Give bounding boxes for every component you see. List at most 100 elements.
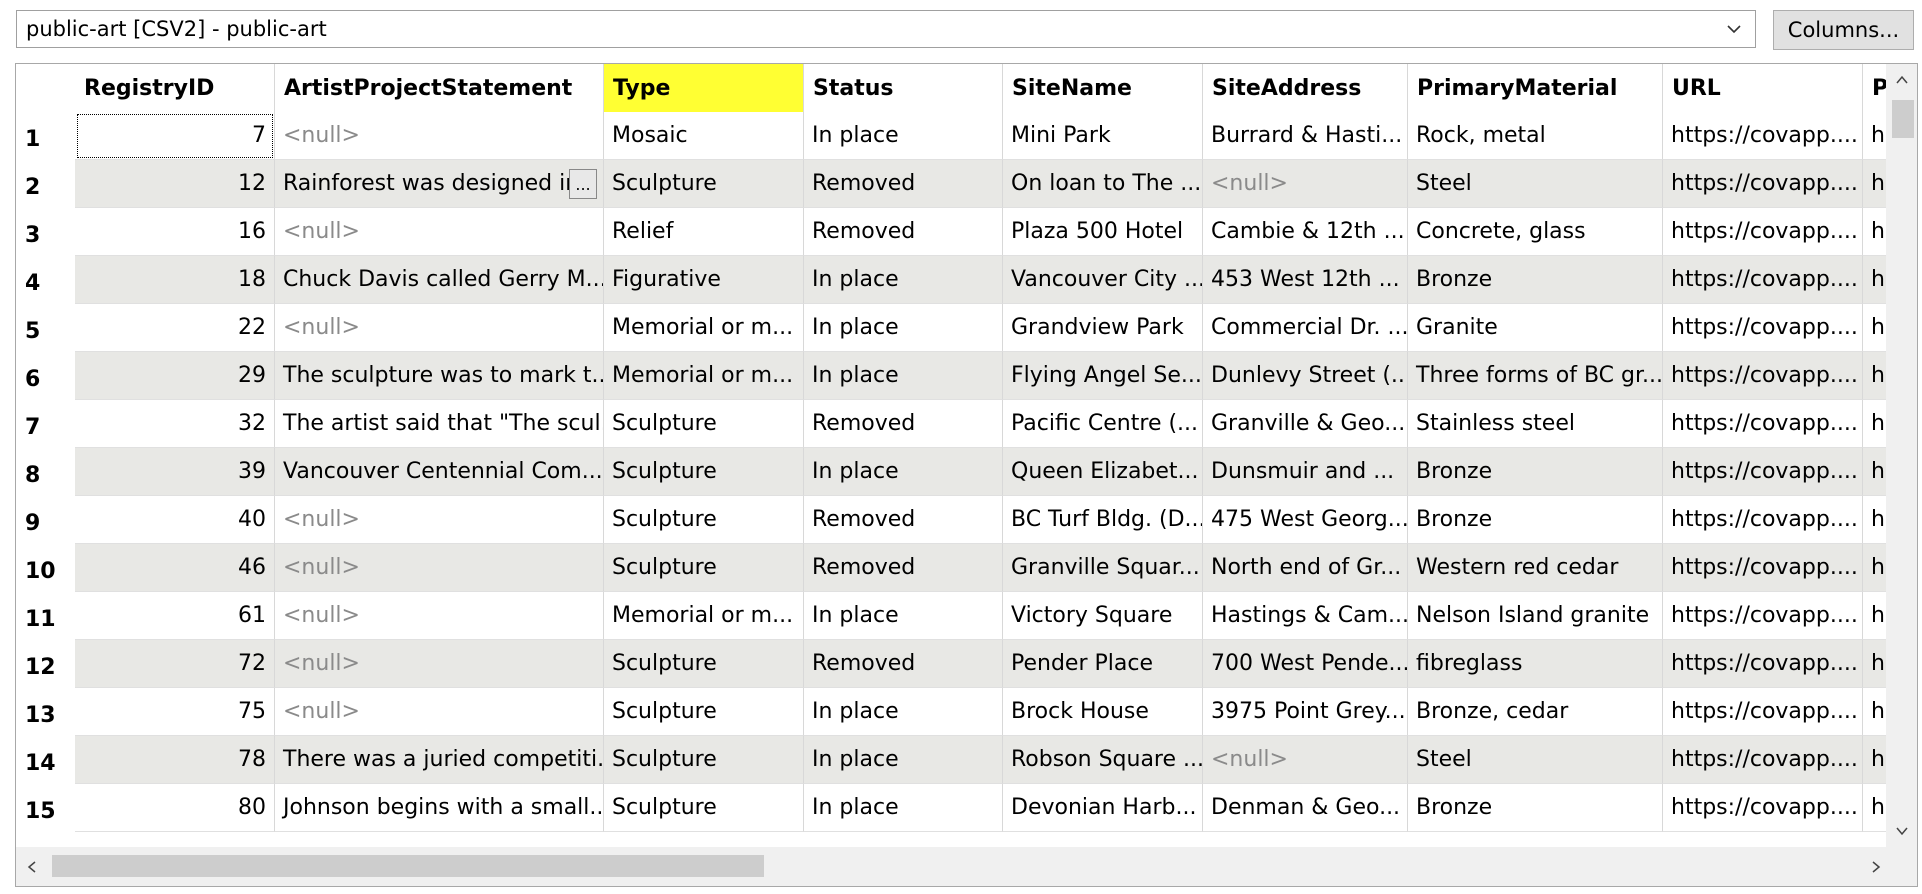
vertical-scrollbar[interactable]	[1886, 64, 1917, 847]
row-number[interactable]: 15	[16, 784, 75, 832]
table-cell[interactable]: Devonian Harb...	[1003, 784, 1203, 832]
table-cell[interactable]: Robson Square ...	[1003, 736, 1203, 784]
table-cell[interactable]: <null>	[275, 496, 604, 544]
table-cell[interactable]: <null>	[275, 592, 604, 640]
table-cell[interactable]: Bronze	[1408, 256, 1663, 304]
table-cell[interactable]: https://covapp....	[1663, 160, 1863, 208]
table-cell[interactable]: h	[1863, 592, 1886, 640]
row-number[interactable]: 2	[16, 160, 75, 208]
column-header[interactable]: PrimaryMaterial	[1408, 64, 1663, 112]
table-cell[interactable]: https://covapp....	[1663, 256, 1863, 304]
row-number[interactable]: 7	[16, 400, 75, 448]
column-header[interactable]: Type	[604, 64, 804, 112]
column-header[interactable]: SiteAddress	[1203, 64, 1408, 112]
table-cell[interactable]: <null>	[275, 688, 604, 736]
table-cell[interactable]: The sculpture was to mark t...	[275, 352, 604, 400]
table-cell[interactable]: h	[1863, 208, 1886, 256]
table-row[interactable]: 8 39 Vancouver Centennial Com... Sculpture I…	[16, 448, 1886, 496]
table-cell[interactable]: 7	[75, 112, 275, 160]
table-cell[interactable]: Sculpture	[604, 688, 804, 736]
table-cell[interactable]: https://covapp....	[1663, 352, 1863, 400]
column-header[interactable]: P	[1863, 64, 1886, 112]
table-cell[interactable]: https://covapp....	[1663, 640, 1863, 688]
table-cell[interactable]: 46	[75, 544, 275, 592]
table-cell[interactable]: Bronze	[1408, 448, 1663, 496]
table-cell[interactable]: Queen Elizabet...	[1003, 448, 1203, 496]
table-cell[interactable]: 78	[75, 736, 275, 784]
table-cell[interactable]: In place	[804, 352, 1003, 400]
table-cell[interactable]: h	[1863, 496, 1886, 544]
table-cell[interactable]: 22	[75, 304, 275, 352]
column-header[interactable]: URL	[1663, 64, 1863, 112]
row-number[interactable]: 13	[16, 688, 75, 736]
table-cell[interactable]: <null>	[1203, 736, 1408, 784]
table-cell[interactable]: Denman & Geo...	[1203, 784, 1408, 832]
table-row[interactable]: 9 40 <null> Sculpture Removed BC Turf Bldg. (…	[16, 496, 1886, 544]
table-cell[interactable]: Dunlevy Street (...	[1203, 352, 1408, 400]
table-cell[interactable]: Bronze, cedar	[1408, 688, 1663, 736]
table-cell[interactable]: Memorial or m...	[604, 352, 804, 400]
table-cell[interactable]: The artist said that "The scul...	[275, 400, 604, 448]
row-number[interactable]: 10	[16, 544, 75, 592]
table-cell[interactable]: Bronze	[1408, 784, 1663, 832]
row-number[interactable]: 9	[16, 496, 75, 544]
vertical-scroll-thumb[interactable]	[1892, 100, 1914, 138]
table-cell[interactable]: Memorial or m...	[604, 304, 804, 352]
horizontal-scrollbar[interactable]	[16, 847, 1917, 886]
table-row[interactable]: 1 7 <null> Mosaic In place Mini Park Burrard &…	[16, 112, 1886, 160]
table-cell[interactable]: BC Turf Bldg. (D...	[1003, 496, 1203, 544]
table-cell[interactable]: Brock House	[1003, 688, 1203, 736]
arrow-down-icon[interactable]	[1894, 823, 1910, 839]
table-cell[interactable]: 29	[75, 352, 275, 400]
table-cell[interactable]: h	[1863, 640, 1886, 688]
table-cell[interactable]: Removed	[804, 160, 1003, 208]
table-cell[interactable]: Three forms of BC gr...	[1408, 352, 1663, 400]
table-cell[interactable]: Mini Park	[1003, 112, 1203, 160]
table-cell[interactable]: Sculpture	[604, 640, 804, 688]
table-row[interactable]: 11 61 <null> Memorial or m... In place Victor…	[16, 592, 1886, 640]
table-cell[interactable]: Granville & Geo...	[1203, 400, 1408, 448]
table-cell[interactable]: 3975 Point Grey...	[1203, 688, 1408, 736]
table-cell[interactable]: Stainless steel	[1408, 400, 1663, 448]
table-cell[interactable]: https://covapp....	[1663, 544, 1863, 592]
column-header[interactable]: Status	[804, 64, 1003, 112]
table-cell[interactable]: 72	[75, 640, 275, 688]
table-cell[interactable]: 475 West Georg...	[1203, 496, 1408, 544]
row-number[interactable]: 14	[16, 736, 75, 784]
table-cell[interactable]: Bronze	[1408, 496, 1663, 544]
table-cell[interactable]: Sculpture	[604, 784, 804, 832]
layer-select[interactable]: public-art [CSV2] - public-art	[16, 10, 1756, 48]
table-row[interactable]: 10 46 <null> Sculpture Removed Granville Squa…	[16, 544, 1886, 592]
table-cell[interactable]: Removed	[804, 544, 1003, 592]
table-cell[interactable]: 75	[75, 688, 275, 736]
table-cell[interactable]: Removed	[804, 208, 1003, 256]
table-cell[interactable]: fibreglass	[1408, 640, 1663, 688]
table-cell[interactable]: Granite	[1408, 304, 1663, 352]
table-cell[interactable]: 16	[75, 208, 275, 256]
table-cell[interactable]: Sculpture	[604, 448, 804, 496]
table-cell[interactable]: h	[1863, 160, 1886, 208]
table-cell[interactable]: Sculpture	[604, 736, 804, 784]
table-cell[interactable]: <null>	[1203, 160, 1408, 208]
columns-button[interactable]: Columns...	[1773, 10, 1914, 50]
table-cell[interactable]: Cambie & 12th ...	[1203, 208, 1408, 256]
table-cell[interactable]: https://covapp....	[1663, 208, 1863, 256]
table-cell[interactable]: https://covapp....	[1663, 304, 1863, 352]
table-cell[interactable]: https://covapp....	[1663, 112, 1863, 160]
table-cell[interactable]: <null>	[275, 208, 604, 256]
table-cell[interactable]: In place	[804, 304, 1003, 352]
table-cell[interactable]: Steel	[1408, 160, 1663, 208]
table-cell[interactable]: Grandview Park	[1003, 304, 1203, 352]
table-cell[interactable]: 40	[75, 496, 275, 544]
table-cell[interactable]: <null>	[275, 640, 604, 688]
table-cell[interactable]: Sculpture	[604, 400, 804, 448]
table-row[interactable]: 12 72 <null> Sculpture Removed Pender Place 70…	[16, 640, 1886, 688]
table-cell[interactable]: Memorial or m...	[604, 592, 804, 640]
column-header[interactable]: ArtistProjectStatement	[275, 64, 604, 112]
expand-text-button[interactable]: ...	[569, 169, 597, 199]
table-cell[interactable]: In place	[804, 688, 1003, 736]
table-cell[interactable]: https://covapp....	[1663, 400, 1863, 448]
table-cell[interactable]: In place	[804, 448, 1003, 496]
table-cell[interactable]: h	[1863, 112, 1886, 160]
table-cell[interactable]: Commercial Dr. ...	[1203, 304, 1408, 352]
